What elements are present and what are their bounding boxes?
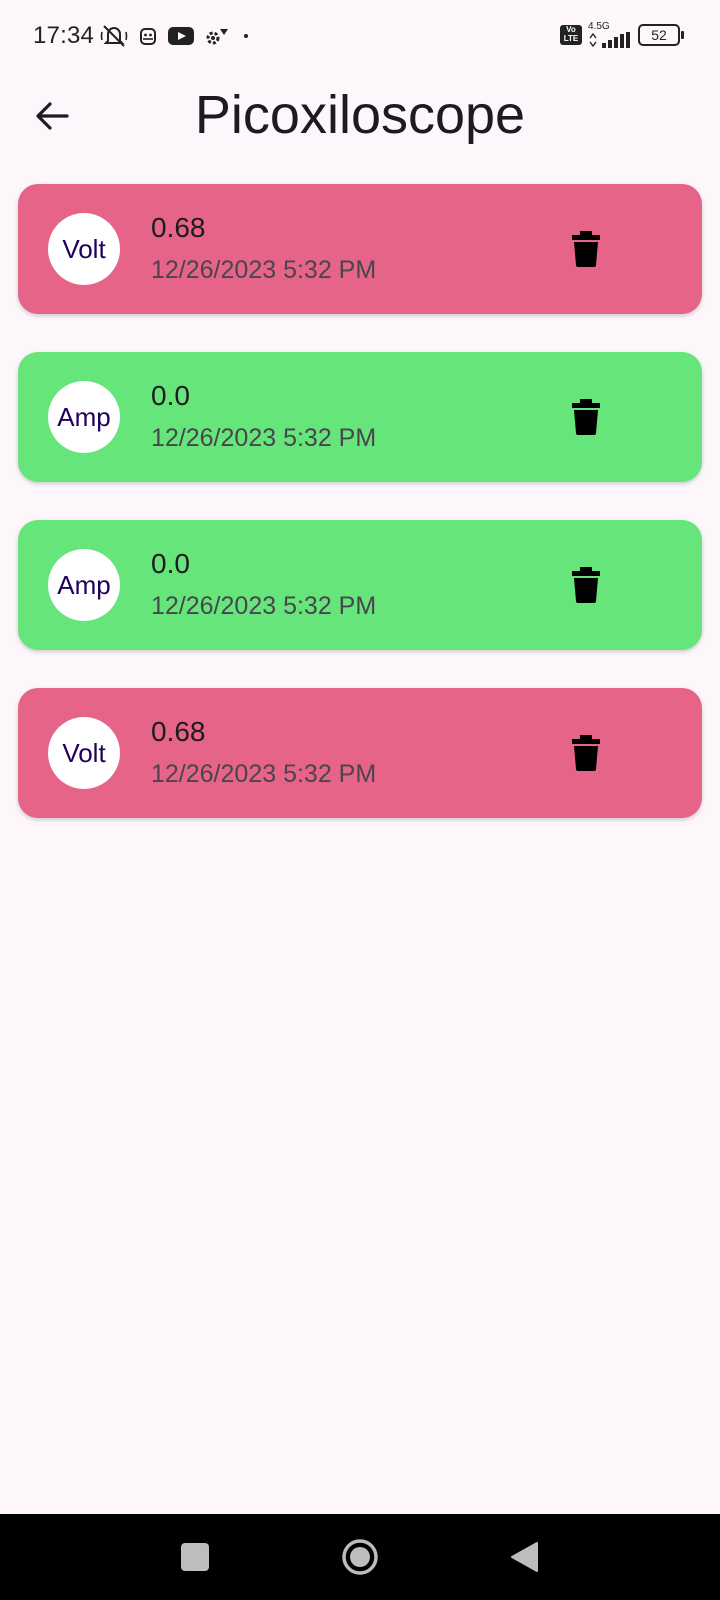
- delete-button[interactable]: [562, 729, 610, 777]
- youtube-icon: [168, 27, 194, 45]
- delete-button[interactable]: [562, 225, 610, 273]
- reading-card[interactable]: Amp 0.0 12/26/2023 5:32 PM: [18, 520, 702, 650]
- status-bar: 17:34 Vo LTE 4.5G 52: [0, 0, 720, 72]
- system-back-button[interactable]: [500, 1533, 548, 1581]
- notification-icons: [100, 24, 252, 48]
- recents-button[interactable]: [171, 1533, 219, 1581]
- delete-button[interactable]: [562, 561, 610, 609]
- readings-list: Volt 0.68 12/26/2023 5:32 PM Amp 0.0 12/…: [18, 184, 702, 856]
- reading-type-avatar: Volt: [48, 717, 120, 789]
- reading-value: 0.0: [151, 548, 190, 579]
- status-time: 17:34: [33, 22, 95, 49]
- circle-icon: [342, 1539, 378, 1575]
- system-icons: Vo LTE 4.5G 52: [560, 22, 684, 48]
- volte-icon: Vo LTE: [560, 25, 582, 45]
- reading-timestamp: 12/26/2023 5:32 PM: [151, 592, 377, 620]
- home-button[interactable]: [336, 1533, 384, 1581]
- system-nav-bar: [0, 1514, 720, 1600]
- android-icon: [140, 28, 156, 45]
- back-button[interactable]: [28, 92, 76, 140]
- dot-icon: [244, 34, 248, 38]
- delete-button[interactable]: [562, 393, 610, 441]
- reading-value: 0.68: [151, 716, 206, 747]
- arrow-back-icon: [36, 102, 69, 130]
- reading-timestamp: 12/26/2023 5:32 PM: [151, 760, 377, 788]
- network-type: 4.5G: [588, 21, 610, 32]
- trash-icon: [572, 567, 600, 603]
- muted-bell-icon: [100, 25, 128, 47]
- reading-value: 0.68: [151, 212, 206, 243]
- reading-card[interactable]: Volt 0.68 12/26/2023 5:32 PM: [18, 184, 702, 314]
- reading-type-avatar: Amp: [48, 549, 120, 621]
- signal-group: 4.5G: [588, 22, 632, 48]
- trash-icon: [572, 735, 600, 771]
- signal-icon: [589, 32, 630, 48]
- trash-icon: [572, 399, 600, 435]
- reading-timestamp: 12/26/2023 5:32 PM: [151, 424, 377, 452]
- reading-value: 0.0: [151, 380, 190, 411]
- reading-timestamp: 12/26/2023 5:32 PM: [151, 256, 377, 284]
- app-bar: Picoxiloscope: [0, 72, 720, 160]
- settings-wifi-icon: [206, 29, 228, 45]
- page-title: Picoxiloscope: [194, 85, 526, 145]
- reading-card[interactable]: Amp 0.0 12/26/2023 5:32 PM: [18, 352, 702, 482]
- triangle-back-icon: [511, 1542, 538, 1572]
- reading-type-avatar: Amp: [48, 381, 120, 453]
- square-icon: [181, 1543, 209, 1571]
- trash-icon: [572, 231, 600, 267]
- reading-card[interactable]: Volt 0.68 12/26/2023 5:32 PM: [18, 688, 702, 818]
- reading-type-avatar: Volt: [48, 213, 120, 285]
- battery-indicator: 52: [638, 24, 684, 46]
